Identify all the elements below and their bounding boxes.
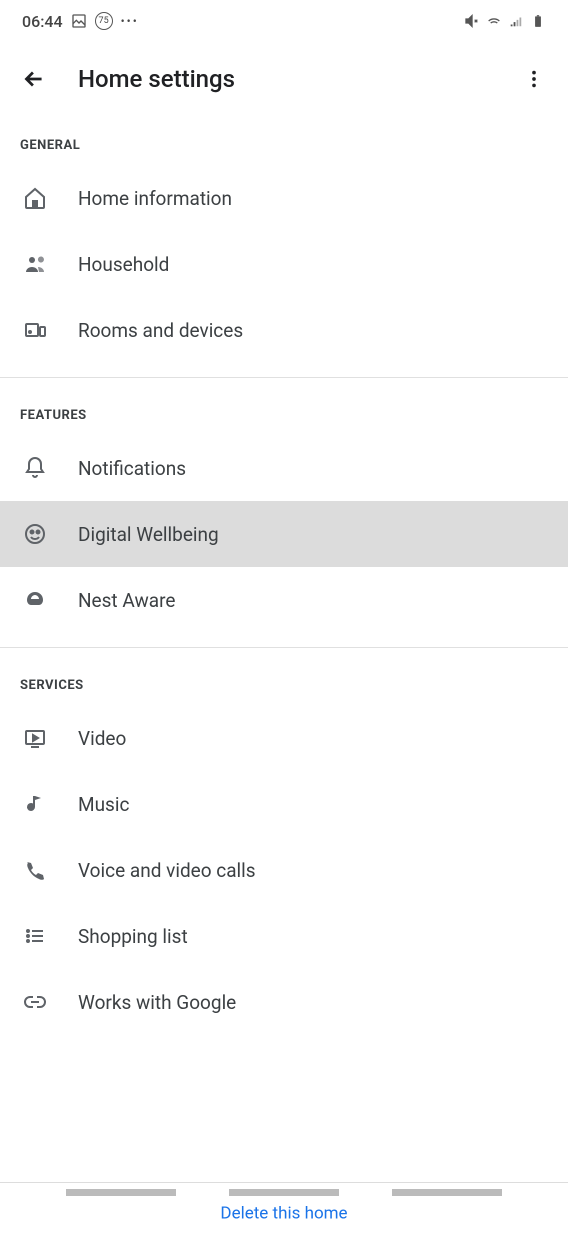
item-nest-aware[interactable]: Nest Aware — [0, 567, 568, 633]
item-label: Nest Aware — [78, 589, 175, 612]
item-video[interactable]: Video — [0, 705, 568, 771]
status-time: 06:44 — [22, 12, 63, 31]
item-shopping-list[interactable]: Shopping list — [0, 903, 568, 969]
item-notifications[interactable]: Notifications — [0, 435, 568, 501]
item-label: Music — [78, 793, 129, 816]
app-header: Home settings — [0, 42, 568, 116]
home-icon — [22, 185, 48, 211]
list-icon — [22, 923, 48, 949]
more-dots-icon: ••• — [121, 14, 139, 28]
battery-icon — [530, 13, 546, 29]
mute-icon — [464, 13, 480, 29]
picture-icon — [71, 13, 87, 29]
item-label: Voice and video calls — [78, 859, 256, 882]
item-digital-wellbeing[interactable]: Digital Wellbeing — [0, 501, 568, 567]
music-icon — [22, 791, 48, 817]
item-music[interactable]: Music — [0, 771, 568, 837]
video-icon — [22, 725, 48, 751]
item-label: Notifications — [78, 457, 186, 480]
wellbeing-icon — [22, 521, 48, 547]
item-label: Rooms and devices — [78, 319, 243, 342]
more-vert-icon — [523, 68, 545, 90]
nav-back[interactable] — [392, 1189, 502, 1196]
item-label: Video — [78, 727, 126, 750]
wifi-icon — [486, 13, 502, 29]
nav-home[interactable] — [229, 1189, 339, 1196]
item-voice-calls[interactable]: Voice and video calls — [0, 837, 568, 903]
page-title: Home settings — [78, 65, 490, 93]
android-nav-bar — [0, 1182, 568, 1200]
item-home-information[interactable]: Home information — [0, 165, 568, 231]
item-label: Home information — [78, 187, 232, 210]
nav-recents[interactable] — [66, 1189, 176, 1196]
section-header-services: SERVICES — [0, 648, 568, 705]
item-rooms-devices[interactable]: Rooms and devices — [0, 297, 568, 363]
section-header-general: GENERAL — [0, 116, 568, 165]
item-label: Digital Wellbeing — [78, 523, 219, 546]
devices-icon — [22, 317, 48, 343]
item-label: Works with Google — [78, 991, 236, 1014]
battery-badge: 75 — [95, 12, 113, 30]
people-icon — [22, 251, 48, 277]
link-icon — [22, 989, 48, 1015]
nest-icon — [22, 587, 48, 613]
item-household[interactable]: Household — [0, 231, 568, 297]
item-label: Shopping list — [78, 925, 188, 948]
item-label: Household — [78, 253, 169, 276]
item-works-with-google[interactable]: Works with Google — [0, 969, 568, 1035]
phone-icon — [22, 857, 48, 883]
back-button[interactable] — [20, 65, 48, 93]
overflow-menu-button[interactable] — [520, 65, 548, 93]
section-header-features: FEATURES — [0, 378, 568, 435]
arrow-left-icon — [21, 66, 47, 92]
signal-icon — [508, 13, 524, 29]
status-bar: 06:44 75 ••• — [0, 0, 568, 42]
bell-icon — [22, 455, 48, 481]
